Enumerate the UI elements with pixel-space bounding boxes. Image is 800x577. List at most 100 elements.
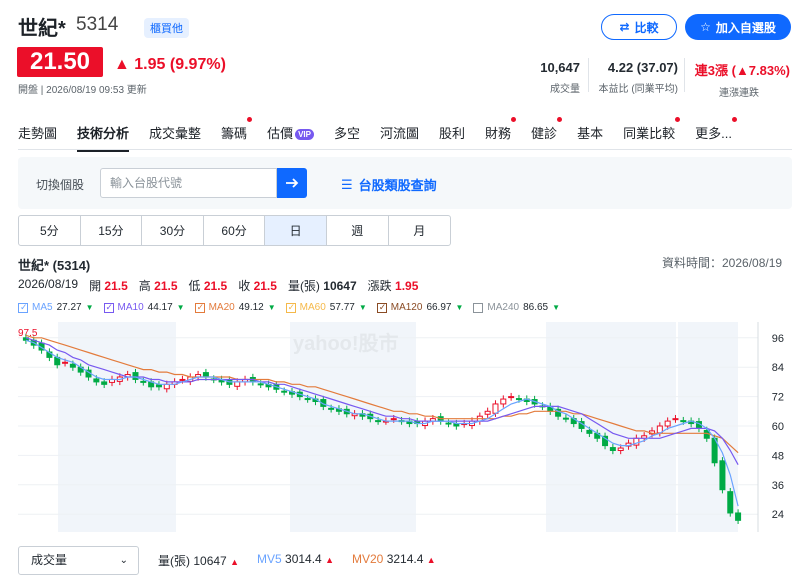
tab-label: 同業比較	[623, 126, 676, 141]
ohlc-open: 開 21.5	[89, 279, 128, 293]
period-button[interactable]: 60分	[204, 216, 266, 245]
tab-10[interactable]: 基本	[577, 123, 603, 152]
candle-body	[155, 384, 162, 388]
y-tick-label: 24	[772, 509, 784, 521]
compare-button[interactable]: ⇄ 比較	[601, 14, 677, 40]
candle-body	[304, 398, 311, 401]
candle-body	[492, 403, 499, 414]
mv20-value: MV20 3214.4 ▲	[351, 552, 436, 566]
candle-body	[445, 422, 452, 425]
ma-legend: MA527.27▼MA1044.17▼MA2049.12▼MA6057.77▼M…	[18, 302, 560, 313]
candle-body	[664, 420, 671, 427]
candle-body	[562, 417, 569, 420]
tab-label: 估價	[267, 126, 294, 141]
candle-body	[617, 447, 624, 452]
down-arrow-icon: ▼	[267, 303, 276, 312]
period-button[interactable]: 15分	[81, 216, 143, 245]
ma-legend-item[interactable]: MA527.27▼	[18, 302, 94, 313]
vol-value: 量(張) 10647 ▲	[158, 554, 239, 568]
tabs-divider	[18, 149, 792, 150]
y-tick-label: 48	[772, 450, 784, 462]
tab-7[interactable]: 股利	[439, 123, 465, 152]
period-band	[546, 322, 676, 532]
tab-1[interactable]: 技術分析	[77, 123, 130, 152]
tab-label: 成交彙整	[149, 126, 202, 141]
ma-legend-item[interactable]: MA12066.97▼	[376, 302, 463, 313]
ma-value: 44.17	[147, 302, 173, 313]
indicator-select[interactable]: 成交量 ⌄	[18, 546, 139, 575]
notification-dot	[247, 117, 253, 122]
ma-checkbox[interactable]	[473, 302, 484, 313]
tab-2[interactable]: 成交彙整	[149, 123, 201, 152]
mv5-value: MV5 3014.4 ▲	[256, 552, 334, 566]
list-icon: ☰	[341, 176, 353, 192]
candle-body	[672, 418, 679, 421]
tab-5[interactable]: 多空	[334, 123, 360, 152]
candle-body	[586, 429, 593, 434]
candle-body	[69, 363, 76, 368]
tab-label: 更多...	[695, 126, 732, 141]
tab-label: 健診	[531, 126, 558, 141]
ma-checkbox[interactable]	[285, 302, 296, 313]
y-tick-label: 60	[772, 421, 784, 433]
ma-value: 49.12	[238, 302, 264, 313]
ohlc-close: 收 21.5	[238, 279, 277, 293]
tab-11[interactable]: 同業比較	[623, 117, 681, 152]
market-badge: 櫃買他	[144, 18, 189, 38]
candle-body	[62, 361, 69, 364]
tab-0[interactable]: 走勢圖	[18, 123, 57, 152]
ma-legend-item[interactable]: MA240 86.65 ▼	[473, 302, 560, 313]
ma-label: MA10	[117, 302, 144, 313]
tab-8[interactable]: 財務	[485, 117, 517, 152]
candlestick-chart[interactable]: 96847260483624yahoo!股市97.5	[18, 322, 792, 532]
candle-body	[234, 381, 241, 387]
ma-checkbox[interactable]	[376, 302, 387, 313]
add-watchlist-button[interactable]: ☆ 加入自選股	[685, 14, 791, 40]
tab-4[interactable]: 估價 VIP	[267, 123, 314, 152]
tab-label: 股利	[439, 126, 466, 141]
stat-divider	[684, 58, 685, 92]
star-icon: ☆	[700, 20, 711, 34]
candle-body	[727, 491, 734, 514]
arrow-right-icon	[286, 178, 299, 188]
candle-body	[484, 410, 491, 415]
chart-title: 世紀* (5314)	[18, 258, 91, 273]
ma-legend-item[interactable]: MA2049.12▼	[194, 302, 276, 313]
price-change: ▲ 1.95 (9.97%)	[114, 56, 226, 73]
ma-value: 66.97	[426, 302, 452, 313]
notification-dot	[675, 117, 681, 122]
stock-search-input[interactable]: 輸入台股代號	[100, 168, 277, 198]
stat-volume: 10,647 成交量	[520, 60, 580, 95]
ma-legend-item[interactable]: MA6057.77▼	[285, 302, 367, 313]
stock-code: 5314	[76, 14, 119, 35]
candle-body	[281, 390, 288, 393]
ma-label: MA240	[487, 302, 520, 313]
ma-label: MA60	[299, 302, 326, 313]
stat-volume-label: 成交量	[550, 84, 580, 95]
tab-3[interactable]: 籌碼	[221, 117, 253, 152]
search-submit-button[interactable]	[277, 168, 307, 198]
candle-body	[390, 418, 397, 421]
y-tick-label: 84	[772, 362, 784, 374]
period-button[interactable]: 月	[389, 216, 451, 245]
category-query-link[interactable]: ☰ 台股類股查詢	[341, 175, 437, 194]
period-button[interactable]: 5分	[19, 216, 81, 245]
ohlc-change: 漲跌 1.95	[367, 279, 419, 293]
tab-6[interactable]: 河流圖	[380, 123, 419, 152]
stock-name: 世紀*	[18, 18, 66, 40]
compare-label: 比較	[634, 20, 659, 35]
candle-body	[328, 407, 335, 410]
period-button[interactable]: 週	[327, 216, 389, 245]
period-button[interactable]: 日	[265, 216, 327, 245]
period-band	[58, 322, 176, 532]
ma-checkbox[interactable]	[194, 302, 205, 313]
ohlc-date: 2026/08/19	[18, 277, 79, 291]
volume-info: 量(張) 10647 ▲ MV5 3014.4 ▲ MV20 3214.4 ▲	[158, 552, 436, 569]
indicator-select-value: 成交量	[31, 553, 68, 567]
tab-9[interactable]: 健診	[531, 117, 563, 152]
ma-checkbox[interactable]	[103, 302, 114, 313]
tab-12[interactable]: 更多...	[695, 117, 737, 152]
period-button[interactable]: 30分	[142, 216, 204, 245]
ma-legend-item[interactable]: MA1044.17▼	[103, 302, 185, 313]
ma-checkbox[interactable]	[18, 302, 28, 313]
